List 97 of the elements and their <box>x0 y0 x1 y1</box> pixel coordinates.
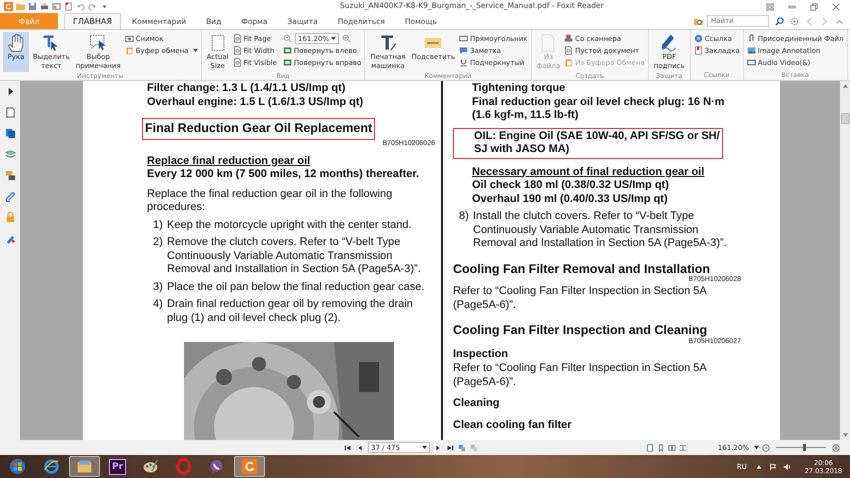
folder-icon <box>76 458 93 475</box>
section-heading: Cooling Fan Filter Inspection and Cleaning <box>453 324 708 338</box>
step-text: Remove the clutch covers. Refer to “V-belt Type Continuously Variable Automatic Transmission Removal and Installation in Section 5A (Page5A-3)”. <box>167 236 422 276</box>
subheading: Clean cooling fan filter <box>453 418 573 432</box>
rectangle-icon <box>458 34 468 43</box>
caret-icon[interactable] <box>754 445 759 450</box>
step-number: 4) <box>153 298 164 312</box>
zoom-slider[interactable] <box>802 444 806 451</box>
app-logo-icon <box>241 458 258 475</box>
window-icon[interactable] <box>52 2 61 11</box>
page-icon <box>564 46 574 55</box>
underline-icon <box>458 58 468 67</box>
ribbon-tab[interactable]: ГЛАВНАЯ <box>64 13 121 29</box>
zoom-in-icon[interactable] <box>832 444 840 452</box>
camera-icon <box>124 34 134 43</box>
paperclip-icon <box>746 34 756 43</box>
clipboard-icon <box>564 58 574 67</box>
undo-icon[interactable] <box>76 2 85 11</box>
flag-icon[interactable] <box>768 462 777 470</box>
step-text: Install the clutch covers. Refer to “V-belt Type Continuously Variable Automatic Transmission Removal and Installation in Section 5A (Page5A-3)”. <box>473 210 728 250</box>
zoom-out-icon[interactable] <box>762 444 770 452</box>
signature-icon[interactable] <box>4 233 16 244</box>
step-number: 8) <box>459 210 470 224</box>
last-page-icon[interactable] <box>446 444 454 452</box>
scroll-thumb[interactable] <box>840 113 850 124</box>
caret-icon <box>422 445 427 450</box>
comment-icon[interactable] <box>4 170 16 181</box>
paperclip-icon[interactable] <box>4 191 16 202</box>
page-icon <box>232 58 242 67</box>
settings-icon[interactable] <box>790 16 799 26</box>
page-icon <box>232 34 242 43</box>
note-icon <box>458 46 468 55</box>
two-pages-icon[interactable] <box>668 444 676 452</box>
body-text: Every 12 000 km (7 500 miles, 12 months) thereafter. <box>147 168 420 182</box>
body-text: Refer to “Cooling Fan Filter Inspection in Section 5A (Page5A-6)”. <box>453 362 708 389</box>
body-text: Oil check 180 ml (0.38/0.32 US/Imp qt) Overhaul 190 ml (0.40/0.33 US/Imp qt) <box>472 179 670 206</box>
speaker-icon[interactable] <box>782 462 791 470</box>
step-number: 1) <box>153 218 164 232</box>
palette-icon <box>142 458 159 475</box>
highlight-box: Final Reduction Gear Oil Replacement <box>142 118 376 140</box>
caret-icon <box>331 36 336 41</box>
next-page-icon[interactable] <box>434 444 442 452</box>
film-icon <box>746 58 756 67</box>
search-icon[interactable] <box>775 16 784 26</box>
print-icon[interactable] <box>40 2 49 11</box>
app-logo-icon: Pr <box>108 458 126 474</box>
previous-page-icon[interactable] <box>356 444 364 452</box>
body-text: Filter change: 1.3 L (1.4/1.1 US/Imp qt) Overhaul engine: 1.5 L (1.6/1.3 US/Imp qt) <box>147 82 364 109</box>
step-number: 3) <box>153 280 164 294</box>
underlined-heading: Necessary amount of final reduction gear oil <box>472 166 706 179</box>
taskbar-button[interactable]: Pr <box>102 456 133 477</box>
save-icon[interactable] <box>28 2 37 11</box>
single-page-icon[interactable] <box>646 444 654 452</box>
first-page-icon[interactable] <box>344 444 352 452</box>
body-text: Tightening torque Final reduction gear oil level check plug: 16 N·m (1.6 kgf-m, 11.5 lb-ft) <box>472 82 726 122</box>
caret-icon[interactable] <box>754 462 763 470</box>
redo-icon[interactable] <box>88 2 97 11</box>
caret-icon <box>192 48 198 53</box>
restore-icon[interactable] <box>810 2 818 10</box>
close-icon[interactable] <box>832 2 840 10</box>
scroll-down-icon[interactable] <box>842 432 848 438</box>
phone-bubble-icon <box>208 458 225 475</box>
taskbar-button[interactable] <box>69 456 100 477</box>
taskbar-button[interactable] <box>234 456 265 477</box>
page-icon[interactable] <box>64 2 73 11</box>
bookmark-icon <box>694 46 703 55</box>
globe-icon <box>694 34 703 43</box>
zoom-out-icon[interactable] <box>282 34 292 43</box>
subheading: Cleaning <box>453 397 500 410</box>
folder-search-icon[interactable] <box>694 16 703 26</box>
hand-icon <box>6 33 26 53</box>
page-icon[interactable] <box>4 107 16 118</box>
subheading: Inspection <box>453 348 510 361</box>
continuous-icon[interactable] <box>678 444 687 452</box>
step-text: Drain final reduction gear oil by removing the drain plug (1) and oil level check plug (2). <box>167 298 414 325</box>
body-text: Refer to “Cooling Fan Filter Inspection in Section 5A (Page5A-6)”. <box>453 285 708 312</box>
scroll-up-icon[interactable] <box>842 83 848 89</box>
image-icon <box>746 46 756 55</box>
layers-icon[interactable] <box>4 149 16 160</box>
highlight-box: OIL: Engine Oil (SAE 10W-40, API SF/SG or SH/ SJ with JASO MA) <box>453 128 723 158</box>
pages-icon[interactable] <box>4 128 16 139</box>
scanner-icon <box>564 34 574 43</box>
step-number: 2) <box>153 236 164 250</box>
bookmark-icon[interactable] <box>656 444 665 452</box>
scrollbar[interactable] <box>840 81 850 440</box>
ring-icon <box>175 458 192 475</box>
zoom-in-icon[interactable] <box>342 34 352 43</box>
ribbon-display-icon[interactable] <box>766 2 774 10</box>
section-heading: Cooling Fan Filter Removal and Installation <box>453 262 711 276</box>
body-text: Replace the final reduction gear oil in the following procedures: <box>147 188 394 214</box>
step-text: Keep the motorcycle upright with the center stand. <box>167 218 413 232</box>
globe-icon <box>43 458 60 475</box>
start-orb-icon <box>8 458 26 475</box>
underlined-heading: Replace final reduction gear oil <box>147 154 312 168</box>
clipboard-icon <box>124 46 134 55</box>
step-text: Place the oil pan below the final reduction gear case. <box>167 280 426 294</box>
page-icon <box>232 46 242 55</box>
